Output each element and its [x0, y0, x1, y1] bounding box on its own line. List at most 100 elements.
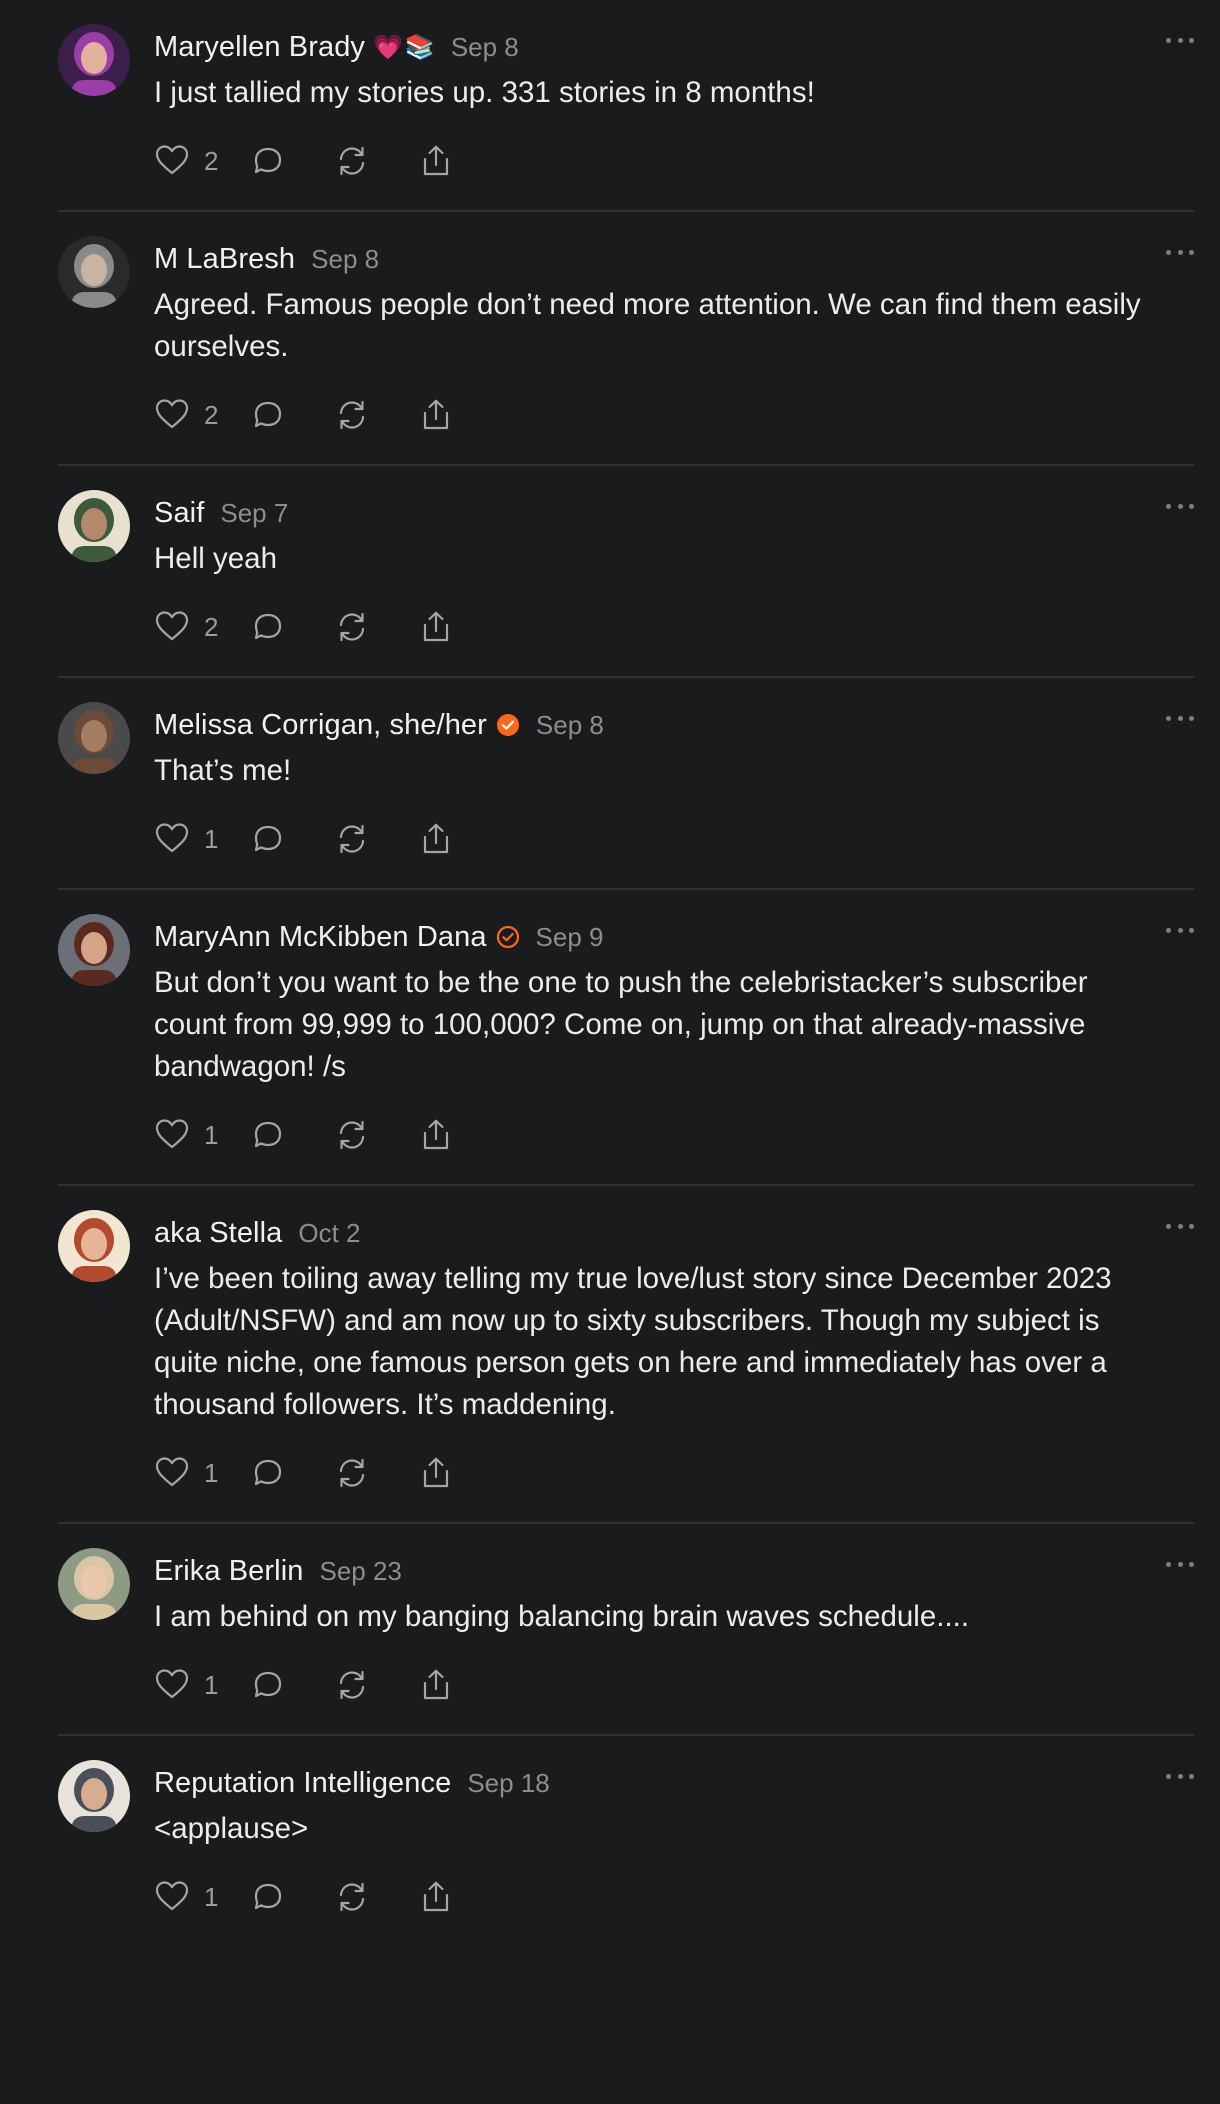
like-button[interactable]: 2	[154, 143, 238, 179]
like-button[interactable]: 1	[154, 1455, 238, 1491]
comment-item: Reputation Intelligence Sep 18 <applause…	[58, 1736, 1194, 1932]
like-count: 1	[204, 1881, 219, 1912]
like-button[interactable]: 1	[154, 1667, 238, 1703]
restack-button[interactable]	[334, 1879, 370, 1915]
restack-button[interactable]	[334, 1455, 370, 1491]
comment-text: <applause>	[154, 1812, 309, 1845]
restack-button[interactable]	[334, 609, 370, 645]
comment-date[interactable]: Sep 9	[536, 922, 604, 953]
avatar[interactable]	[58, 490, 130, 562]
like-button[interactable]: 1	[154, 821, 238, 857]
comment-date[interactable]: Sep 7	[220, 498, 288, 529]
more-options-icon[interactable]	[1166, 32, 1194, 48]
restack-button[interactable]	[334, 1117, 370, 1153]
comment-text: Agreed. Famous people don’t need more at…	[154, 288, 1141, 363]
share-icon	[423, 1669, 449, 1700]
restack-icon	[339, 1882, 365, 1912]
share-icon	[423, 1457, 449, 1488]
share-button[interactable]	[418, 1879, 454, 1915]
restack-icon	[339, 1670, 365, 1700]
avatar[interactable]	[58, 236, 130, 308]
like-count: 2	[204, 399, 219, 430]
reply-button[interactable]	[250, 1879, 286, 1915]
heart-icon	[155, 1669, 189, 1699]
comment-icon	[254, 401, 282, 428]
share-button[interactable]	[418, 821, 454, 857]
comment-text: I just tallied my stories up. 331 storie…	[154, 76, 815, 109]
comment-icon	[254, 147, 282, 174]
comment-feed: Maryellen Brady 💗 📚 Sep 8 I just tallied …	[0, 0, 1220, 1932]
restack-button[interactable]	[334, 397, 370, 433]
reply-button[interactable]	[250, 821, 286, 857]
author-name[interactable]: Melissa Corrigan, she/her	[154, 709, 487, 742]
like-button[interactable]: 1	[154, 1117, 238, 1153]
comment-date[interactable]: Sep 8	[536, 710, 604, 741]
heart-icon	[155, 145, 189, 175]
avatar[interactable]	[58, 1760, 130, 1832]
author-name[interactable]: Saif	[154, 497, 204, 530]
author-name[interactable]: aka Stella	[154, 1217, 282, 1250]
like-button[interactable]: 2	[154, 609, 238, 645]
author-name[interactable]: M LaBresh	[154, 243, 295, 276]
more-options-icon[interactable]	[1166, 710, 1194, 726]
share-button[interactable]	[418, 1455, 454, 1491]
restack-icon	[339, 612, 365, 642]
action-bar: 1	[154, 1100, 1154, 1170]
comment-date[interactable]: Sep 23	[319, 1556, 401, 1587]
restack-button[interactable]	[334, 1667, 370, 1703]
author-name[interactable]: Reputation Intelligence	[154, 1767, 451, 1800]
comment-header: aka Stella Oct 2	[154, 1210, 1154, 1256]
reply-button[interactable]	[250, 609, 286, 645]
more-options-icon[interactable]	[1166, 1218, 1194, 1234]
heart-icon	[155, 399, 189, 429]
more-options-icon[interactable]	[1166, 1556, 1194, 1572]
author-name[interactable]: Maryellen Brady	[154, 31, 365, 64]
action-bar: 2	[154, 592, 1154, 662]
restack-button[interactable]	[334, 143, 370, 179]
reply-button[interactable]	[250, 1667, 286, 1703]
avatar[interactable]	[58, 1210, 130, 1282]
reply-button[interactable]	[250, 1117, 286, 1153]
avatar[interactable]	[58, 914, 130, 986]
reply-button[interactable]	[250, 143, 286, 179]
share-button[interactable]	[418, 143, 454, 179]
comment-icon	[254, 613, 282, 640]
share-button[interactable]	[418, 397, 454, 433]
author-name[interactable]: MaryAnn McKibben Dana	[154, 921, 487, 954]
share-icon	[423, 1119, 449, 1150]
comment-item: aka Stella Oct 2 I’ve been toiling away …	[58, 1186, 1194, 1524]
avatar[interactable]	[58, 1548, 130, 1620]
reply-button[interactable]	[250, 397, 286, 433]
avatar[interactable]	[58, 24, 130, 96]
verified-badge-icon	[496, 713, 520, 737]
avatar-image	[58, 1548, 130, 1620]
heart-icon	[155, 1881, 189, 1911]
avatar-image	[58, 24, 130, 96]
more-options-icon[interactable]	[1166, 922, 1194, 938]
comment-icon	[254, 1121, 282, 1148]
share-button[interactable]	[418, 1117, 454, 1153]
avatar[interactable]	[58, 702, 130, 774]
like-count: 1	[204, 1669, 219, 1700]
share-button[interactable]	[418, 1667, 454, 1703]
share-icon	[423, 823, 449, 854]
comment-item: M LaBresh Sep 8 Agreed. Famous people do…	[58, 212, 1194, 466]
more-options-icon[interactable]	[1166, 498, 1194, 514]
comment-icon	[254, 1671, 282, 1698]
share-button[interactable]	[418, 609, 454, 645]
reply-button[interactable]	[250, 1455, 286, 1491]
like-button[interactable]: 2	[154, 397, 238, 433]
author-name[interactable]: Erika Berlin	[154, 1555, 303, 1588]
like-button[interactable]: 1	[154, 1879, 238, 1915]
restack-button[interactable]	[334, 821, 370, 857]
more-options-icon[interactable]	[1166, 244, 1194, 260]
comment-icon	[254, 1883, 282, 1910]
comment-date[interactable]: Sep 8	[451, 32, 519, 63]
more-options-icon[interactable]	[1166, 1768, 1194, 1784]
heart-icon	[155, 823, 189, 853]
comment-date[interactable]: Oct 2	[298, 1218, 360, 1249]
like-count: 2	[204, 145, 219, 176]
share-icon	[423, 1881, 449, 1912]
comment-date[interactable]: Sep 18	[467, 1768, 549, 1799]
comment-date[interactable]: Sep 8	[311, 244, 379, 275]
